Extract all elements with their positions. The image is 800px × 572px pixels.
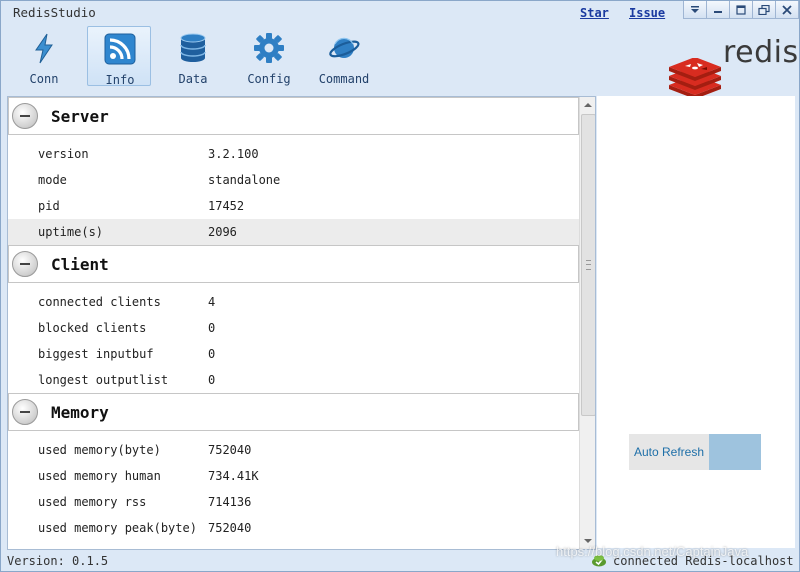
auto-refresh-label: Auto Refresh xyxy=(629,434,709,470)
info-key: used memory peak(byte) xyxy=(38,521,197,535)
toolbar-label: Conn xyxy=(29,72,59,86)
info-key: used memory rss xyxy=(38,495,147,509)
minimize-icon xyxy=(714,10,722,13)
chevron-down-icon xyxy=(691,5,699,13)
rss-icon xyxy=(104,33,136,65)
info-panel: Server version 3.2.100 mode standalone pid… xyxy=(7,96,596,550)
redis-logo-text: redis xyxy=(723,35,799,70)
section-title: Client xyxy=(51,255,109,274)
toolbar-label: Data xyxy=(178,72,208,86)
info-value: 4 xyxy=(208,295,216,309)
grip-icon xyxy=(586,260,591,270)
info-row: blocked clients 0 xyxy=(8,315,579,341)
info-key: uptime(s) xyxy=(38,225,104,239)
scroll-up-button[interactable] xyxy=(580,97,595,113)
info-value: 0 xyxy=(208,321,216,335)
info-value: 752040 xyxy=(208,521,252,535)
info-row: biggest inputbuf 0 xyxy=(8,341,579,367)
info-value: 714136 xyxy=(208,495,252,509)
restore-icon xyxy=(758,4,770,15)
maximize-button[interactable] xyxy=(730,1,753,19)
redis-logo-icon xyxy=(669,58,721,98)
lightning-icon xyxy=(35,33,53,64)
info-row: used memory rss 714136 xyxy=(8,489,579,515)
close-button[interactable] xyxy=(776,1,799,19)
planet-icon xyxy=(329,37,360,58)
info-row: used memory human 734.41K xyxy=(8,463,579,489)
info-key: used memory(byte) xyxy=(38,443,161,457)
window-controls xyxy=(683,1,799,19)
info-value: 734.41K xyxy=(208,469,259,483)
right-panel: Auto Refresh xyxy=(597,96,795,548)
client-rows: connected clients 4 blocked clients 0 bigg… xyxy=(8,283,579,393)
toolbar-label: Config xyxy=(247,72,291,86)
section-title: Server xyxy=(51,107,109,126)
app-title: RedisStudio xyxy=(13,5,96,20)
info-key: version xyxy=(38,147,89,161)
section-title: Memory xyxy=(51,403,109,422)
info-scroll-area[interactable]: Server version 3.2.100 mode standalone pid… xyxy=(8,97,579,549)
toolbar-label: Command xyxy=(318,72,370,86)
app-window: RedisStudio Star Issue Conn Info Data Co… xyxy=(0,0,800,572)
toolbar-config[interactable]: Config xyxy=(237,26,301,86)
info-row: longest outputlist 0 xyxy=(8,367,579,393)
scrollbar-thumb[interactable] xyxy=(581,114,595,416)
auto-refresh-switch[interactable] xyxy=(709,434,761,470)
info-key: mode xyxy=(38,173,67,187)
memory-rows: used memory(byte) 752040 used memory huma… xyxy=(8,431,579,541)
info-row: used memory(byte) 752040 xyxy=(8,437,579,463)
watermark: https://blog.csdn.net/CaptainJava xyxy=(556,544,749,559)
restore-button[interactable] xyxy=(753,1,776,19)
info-key: used memory human xyxy=(38,469,161,483)
info-key: pid xyxy=(38,199,60,213)
info-value: 0 xyxy=(208,373,216,387)
section-header-client: Client xyxy=(8,245,579,283)
info-key: biggest inputbuf xyxy=(38,347,154,361)
main-toolbar: Conn Info Data Config Command redis xyxy=(1,23,799,98)
toolbar-conn[interactable]: Conn xyxy=(12,26,76,86)
info-key: connected clients xyxy=(38,295,161,309)
info-row: pid 17452 xyxy=(8,193,579,219)
star-link[interactable]: Star xyxy=(580,6,609,20)
server-rows: version 3.2.100 mode standalone pid 17452 u… xyxy=(8,135,579,245)
issue-link[interactable]: Issue xyxy=(629,6,665,20)
collapse-icon[interactable] xyxy=(12,399,38,425)
toolbar-info[interactable]: Info xyxy=(87,26,151,87)
collapse-icon[interactable] xyxy=(12,103,38,129)
version-text: Version: 0.1.5 xyxy=(7,554,109,568)
toolbar-label: Info xyxy=(105,73,135,87)
close-icon xyxy=(782,4,792,15)
maximize-icon xyxy=(736,4,746,15)
collapse-icon[interactable] xyxy=(12,251,38,277)
info-key: longest outputlist xyxy=(38,373,169,387)
info-row: connected clients 4 xyxy=(8,289,579,315)
auto-refresh-toggle[interactable]: Auto Refresh xyxy=(629,434,761,470)
info-value: standalone xyxy=(208,173,281,187)
info-value: 0 xyxy=(208,347,216,361)
title-bar: RedisStudio Star Issue xyxy=(1,1,799,23)
toolbar-command[interactable]: Command xyxy=(312,26,376,86)
gear-icon xyxy=(254,33,284,63)
info-value: 3.2.100 xyxy=(208,147,259,161)
minimize-button[interactable] xyxy=(707,1,730,19)
arrow-up-icon xyxy=(584,103,592,107)
vertical-scrollbar[interactable] xyxy=(579,97,595,549)
info-row: used memory peak(byte) 752040 xyxy=(8,515,579,541)
toolbar-data[interactable]: Data xyxy=(161,26,225,86)
info-row: version 3.2.100 xyxy=(8,141,579,167)
menu-dropdown-button[interactable] xyxy=(684,1,707,19)
info-row: mode standalone xyxy=(8,167,579,193)
info-row-highlighted: uptime(s) 2096 xyxy=(8,219,579,245)
info-value: 17452 xyxy=(208,199,245,213)
database-icon xyxy=(180,33,206,62)
info-key: blocked clients xyxy=(38,321,147,335)
info-value: 2096 xyxy=(208,225,237,239)
info-value: 752040 xyxy=(208,443,252,457)
section-header-memory: Memory xyxy=(8,393,579,431)
section-header-server: Server xyxy=(8,97,579,135)
